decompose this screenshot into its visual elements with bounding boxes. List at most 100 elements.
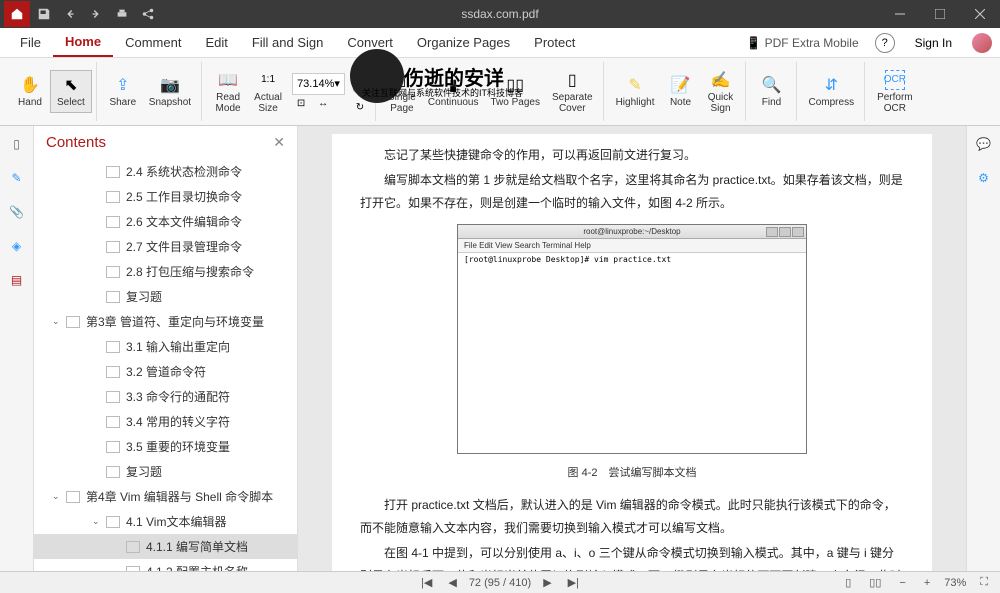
- signin-link[interactable]: Sign In: [907, 32, 960, 54]
- toc-item[interactable]: 2.6 文本文件编辑命令: [34, 209, 297, 234]
- menu-file[interactable]: File: [8, 29, 53, 56]
- note-button[interactable]: 📝Note: [661, 71, 701, 112]
- ocr-button[interactable]: OCRPerform OCR: [871, 66, 919, 118]
- settings-panel-icon[interactable]: ⚙: [974, 168, 994, 188]
- twopages-button[interactable]: ▯▯Two Pages: [485, 71, 546, 112]
- toc-item[interactable]: 4.1.1 编写简单文档: [34, 534, 297, 559]
- ribbon: ✋ Hand ⬉Select ⇪Share 📷Snapshot 📖Read Mod…: [0, 58, 1000, 126]
- close-button[interactable]: [960, 0, 1000, 28]
- toc-item[interactable]: 4.1.2 配置主机名称: [34, 559, 297, 571]
- page: 忘记了某些快捷键命令的作用，可以再返回前文进行复习。 编写脚本文档的第 1 步就…: [332, 134, 932, 571]
- help-icon[interactable]: ?: [875, 33, 895, 53]
- singlepage-icon: ▯: [392, 70, 412, 90]
- hand-label: Hand: [18, 97, 42, 108]
- zoom-out-status[interactable]: −: [895, 577, 909, 589]
- quicksign-label: Quick Sign: [708, 92, 734, 114]
- quicksign-button[interactable]: ✍Quick Sign: [701, 66, 741, 118]
- view-two-icon[interactable]: ▯▯: [865, 576, 885, 589]
- print-icon[interactable]: [110, 2, 134, 26]
- paragraph: 编写脚本文档的第 1 步就是给文档取个名字，这里将其命名为 practice.t…: [360, 169, 904, 215]
- toc-item[interactable]: 复习题: [34, 284, 297, 309]
- undo-icon[interactable]: [58, 2, 82, 26]
- menu-comment[interactable]: Comment: [113, 29, 193, 56]
- layers-panel-icon[interactable]: ◈: [7, 236, 27, 256]
- toc-item[interactable]: 3.4 常用的转义字符: [34, 409, 297, 434]
- share-icon: ⇪: [113, 75, 133, 95]
- toc-item[interactable]: ⌄第3章 管道符、重定向与环境变量: [34, 309, 297, 334]
- ocr-icon: OCR: [885, 70, 905, 90]
- save-icon[interactable]: [32, 2, 56, 26]
- first-page-icon[interactable]: |◀: [417, 576, 436, 589]
- menu-convert[interactable]: Convert: [335, 29, 405, 56]
- toc-item[interactable]: 3.5 重要的环境变量: [34, 434, 297, 459]
- maximize-button[interactable]: [920, 0, 960, 28]
- attachments-panel-icon[interactable]: 📎: [7, 202, 27, 222]
- menu-protect[interactable]: Protect: [522, 29, 587, 56]
- actualsize-icon: 1:1: [258, 70, 278, 90]
- bookmarks-panel-icon[interactable]: ✎: [7, 168, 27, 188]
- close-panel-icon[interactable]: ✕: [273, 134, 285, 151]
- toc-item[interactable]: 2.4 系统状态检测命令: [34, 159, 297, 184]
- menu-edit[interactable]: Edit: [193, 29, 239, 56]
- next-page-icon[interactable]: ▶: [539, 576, 555, 589]
- continuous-button[interactable]: ▮ Continuous: [422, 71, 485, 112]
- share-titlebar-icon[interactable]: [136, 2, 160, 26]
- fullscreen-icon[interactable]: ⛶: [976, 576, 992, 589]
- zoomout-icon[interactable]: 🔍-: [351, 85, 369, 99]
- toc-item[interactable]: 3.2 管道命令符: [34, 359, 297, 384]
- menu-fillsign[interactable]: Fill and Sign: [240, 29, 336, 56]
- select-tool[interactable]: ⬉Select: [50, 70, 92, 113]
- contents-panel: Contents ✕ 2.4 系统状态检测命令2.5 工作目录切换命令2.6 文…: [34, 126, 298, 571]
- zoomin-icon[interactable]: 🔍+: [351, 69, 369, 83]
- pages-panel-icon[interactable]: ▯: [7, 134, 27, 154]
- toc-item[interactable]: 2.8 打包压缩与搜索命令: [34, 259, 297, 284]
- mobile-link[interactable]: 📱 PDF Extra Mobile: [742, 32, 862, 54]
- contents-panel-icon[interactable]: ▤: [7, 270, 27, 290]
- toc-item[interactable]: ⌄第4章 Vim 编辑器与 Shell 命令脚本: [34, 484, 297, 509]
- snapshot-button[interactable]: 📷Snapshot: [143, 71, 197, 112]
- highlight-icon: ✎: [625, 75, 645, 95]
- fitpage-icon[interactable]: ⊡: [292, 97, 310, 111]
- menu-home[interactable]: Home: [53, 28, 113, 57]
- readmode-button[interactable]: 📖Read Mode: [208, 66, 248, 118]
- toc-item[interactable]: 复习题: [34, 459, 297, 484]
- find-button[interactable]: 🔍Find: [752, 71, 792, 112]
- view-single-icon[interactable]: ▯: [841, 576, 855, 589]
- redo-icon[interactable]: [84, 2, 108, 26]
- paragraph: 忘记了某些快捷键命令的作用，可以再返回前文进行复习。: [360, 144, 904, 167]
- comments-panel-icon[interactable]: 💬: [974, 134, 994, 154]
- rotate-icon[interactable]: ↻: [351, 101, 369, 115]
- continuous-label: Continuous: [428, 97, 479, 108]
- share-button[interactable]: ⇪Share: [103, 71, 143, 112]
- terminal-body: [root@linuxprobe Desktop]# vim practice.…: [458, 253, 806, 453]
- terminal-title: root@linuxprobe:~/Desktop: [583, 227, 680, 236]
- toc-item[interactable]: ⌄4.1 Vim文本编辑器: [34, 509, 297, 534]
- hand-icon: ✋: [20, 75, 40, 95]
- actualsize-button[interactable]: 1:1Actual Size: [248, 66, 288, 118]
- home-icon[interactable]: [4, 1, 30, 27]
- continuous-icon: ▮: [443, 75, 463, 95]
- toc-item[interactable]: 2.7 文件目录管理命令: [34, 234, 297, 259]
- hand-tool[interactable]: ✋ Hand: [10, 71, 50, 112]
- zoom-input[interactable]: 73.14% ▾: [292, 73, 345, 95]
- singlepage-button[interactable]: ▯Single Page: [382, 66, 422, 118]
- toc-item[interactable]: 2.5 工作目录切换命令: [34, 184, 297, 209]
- sepcover-button[interactable]: ▯Separate Cover: [546, 66, 599, 118]
- page-indicator[interactable]: 72 (95 / 410): [469, 577, 531, 589]
- toc-item[interactable]: 3.1 输入输出重定向: [34, 334, 297, 359]
- actualsize-label: Actual Size: [254, 92, 282, 114]
- menu-organize[interactable]: Organize Pages: [405, 29, 522, 56]
- last-page-icon[interactable]: ▶|: [564, 576, 583, 589]
- avatar[interactable]: [972, 33, 992, 53]
- minimize-button[interactable]: [880, 0, 920, 28]
- compress-label: Compress: [809, 97, 855, 108]
- prev-page-icon[interactable]: ◀: [444, 576, 460, 589]
- fitwidth-icon[interactable]: ↔: [314, 97, 332, 111]
- highlight-button[interactable]: ✎Highlight: [610, 71, 661, 112]
- document-view[interactable]: 忘记了某些快捷键命令的作用，可以再返回前文进行复习。 编写脚本文档的第 1 步就…: [298, 126, 966, 571]
- compress-button[interactable]: ⇵Compress: [803, 71, 861, 112]
- window-title: ssdax.com.pdf: [461, 7, 538, 21]
- toc-list[interactable]: 2.4 系统状态检测命令2.5 工作目录切换命令2.6 文本文件编辑命令2.7 …: [34, 159, 297, 571]
- zoom-in-status[interactable]: +: [920, 577, 934, 589]
- toc-item[interactable]: 3.3 命令行的通配符: [34, 384, 297, 409]
